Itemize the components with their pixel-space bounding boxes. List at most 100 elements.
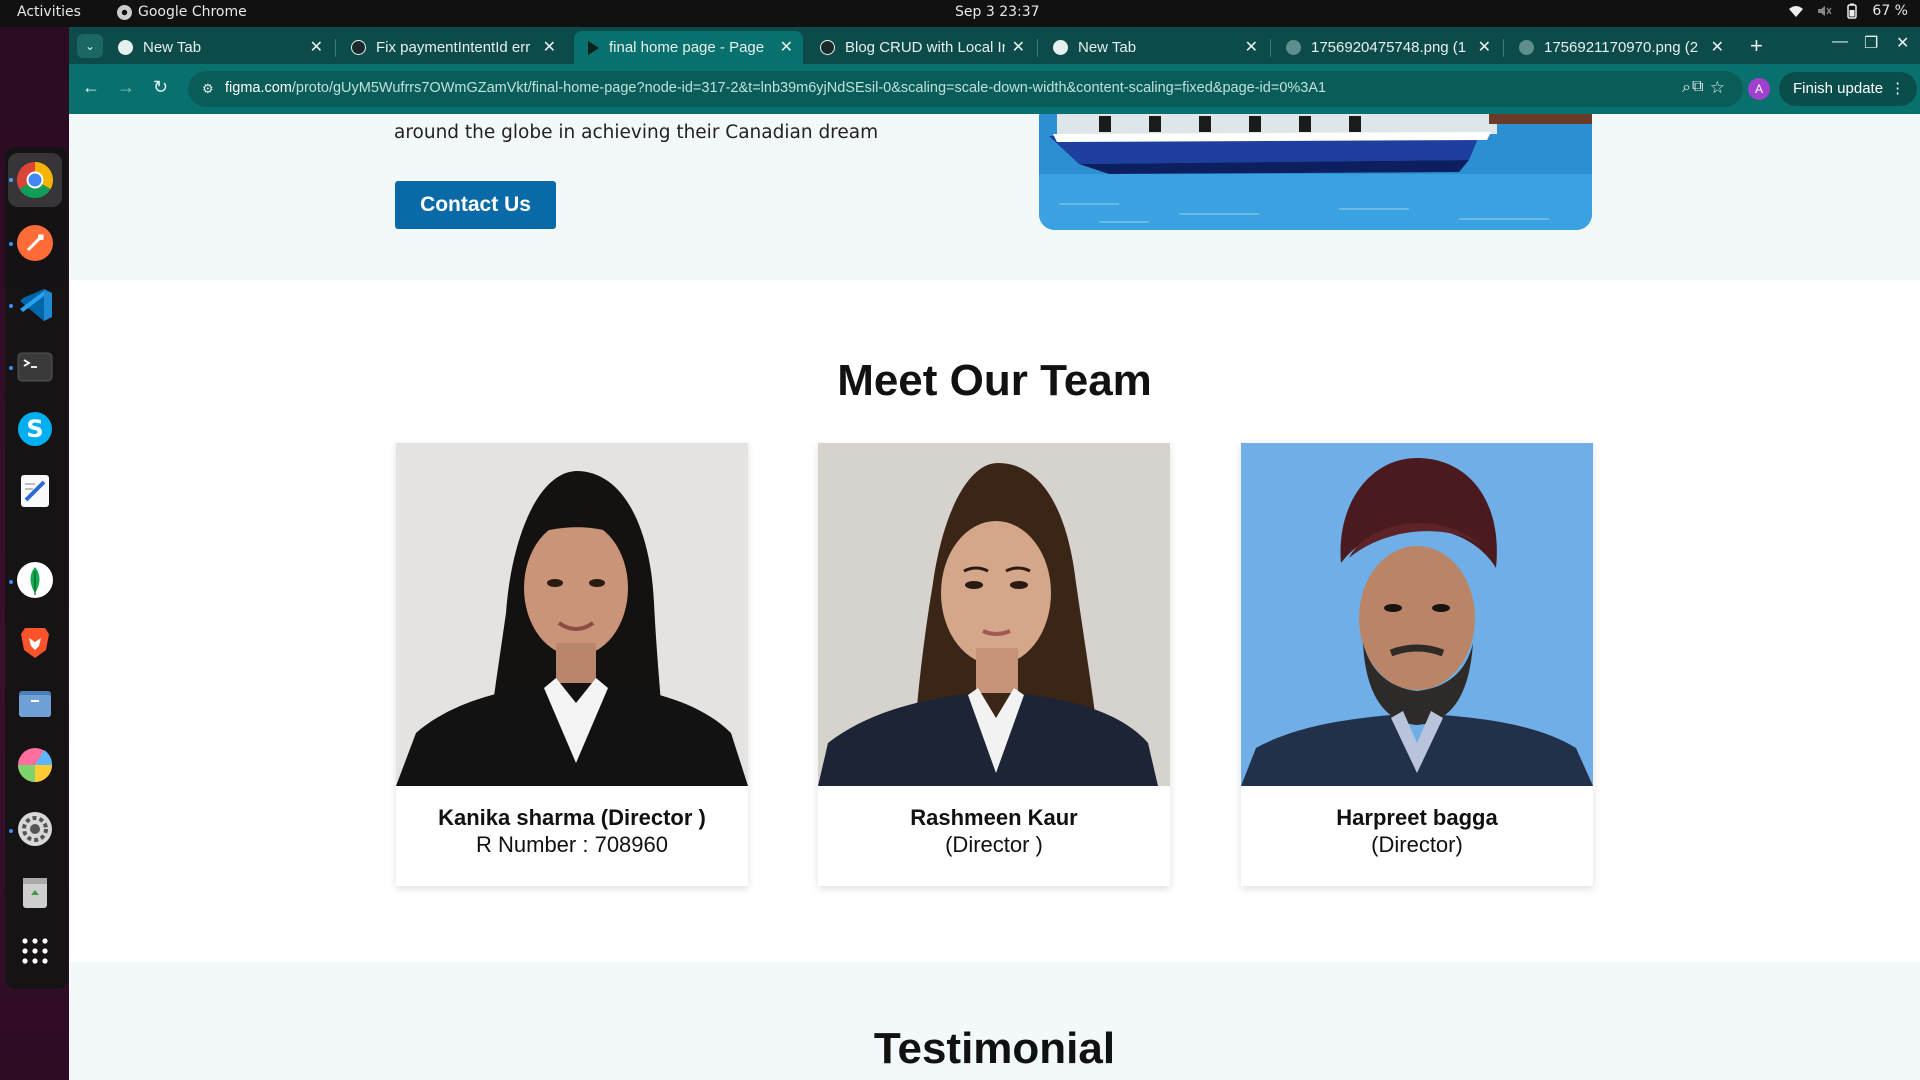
running-indicator: [9, 242, 13, 246]
tab-final-home-page[interactable]: final home page - Page ✕: [574, 31, 803, 64]
close-icon[interactable]: ✕: [1012, 37, 1025, 57]
forward-button[interactable]: →: [117, 77, 135, 98]
globe-icon: [1286, 40, 1301, 55]
tab-title: 1756920475748.png (1: [1311, 39, 1467, 56]
team-member-subtitle: (Director): [1371, 832, 1463, 857]
close-window-button[interactable]: ✕: [1896, 33, 1909, 53]
address-bar[interactable]: ⚙ figma.com/proto/gUyM5Wufrrs7OWmGZamVkt…: [188, 71, 1743, 107]
finish-update-label: Finish update: [1793, 80, 1884, 97]
clock[interactable]: Sep 3 23:37: [955, 4, 1040, 20]
contact-us-button[interactable]: Contact Us: [395, 181, 556, 229]
team-member-name: Kanika sharma (Director ): [438, 805, 706, 830]
wifi-icon: [1789, 6, 1804, 17]
hero-text: around the globe in achieving their Cana…: [394, 122, 879, 143]
tab-fix-payment[interactable]: Fix paymentIntentId err ✕: [337, 31, 566, 64]
team-photo: [1241, 443, 1593, 786]
tab-divider: [1503, 39, 1504, 57]
chevron-down-icon: ⌄: [84, 39, 96, 53]
openai-icon: [351, 40, 366, 55]
extensions-button[interactable]: ⧉: [1692, 78, 1703, 96]
system-top-bar: Activities Google Chrome Sep 3 23:37 67 …: [0, 0, 1920, 27]
finish-update-button[interactable]: Finish update ⋮: [1779, 72, 1918, 106]
app-name: Google Chrome: [138, 4, 247, 20]
show-apps-button[interactable]: [15, 931, 55, 971]
close-icon[interactable]: ✕: [543, 37, 556, 57]
tab-search-button[interactable]: ⌄: [77, 34, 103, 58]
tab-new-tab-1[interactable]: New Tab ✕: [104, 31, 333, 64]
dock-trash[interactable]: [15, 872, 55, 912]
svg-text:S: S: [26, 415, 43, 443]
tab-png-1[interactable]: 1756920475748.png (1 ✕: [1272, 31, 1501, 64]
team-member-name: Harpreet bagga: [1336, 805, 1498, 830]
close-icon[interactable]: ✕: [1478, 37, 1491, 57]
settings-gear-icon: [18, 812, 52, 846]
tab-title: New Tab: [143, 39, 202, 56]
close-icon[interactable]: ✕: [310, 37, 323, 57]
new-tab-button[interactable]: +: [1750, 33, 1763, 59]
tab-blog-crud[interactable]: Blog CRUD with Local In ✕: [806, 31, 1035, 64]
close-icon[interactable]: ✕: [1711, 37, 1724, 57]
zoom-icon[interactable]: ⌕: [1682, 79, 1691, 97]
color-picker-icon: [18, 748, 53, 782]
dock-vscode[interactable]: [15, 285, 55, 325]
dock-color-app[interactable]: [15, 745, 55, 785]
openai-icon: [820, 40, 835, 55]
terminal-icon: [17, 352, 53, 382]
arrow-left-icon: ←: [82, 77, 100, 97]
system-tray[interactable]: 67 %: [1788, 3, 1908, 19]
restore-icon: ❐: [1864, 35, 1879, 52]
team-card: Harpreet bagga (Director): [1241, 443, 1593, 886]
person-portrait-harpreet: [1241, 443, 1593, 786]
dock: S: [0, 27, 69, 1080]
team-member-name: Rashmeen Kaur: [910, 805, 1078, 830]
url-text[interactable]: figma.com/proto/gUyM5Wufrrs7OWmGZamVkt/f…: [225, 80, 1326, 96]
reload-icon: ↻: [153, 77, 169, 97]
maximize-button[interactable]: ❐: [1864, 33, 1878, 53]
person-portrait-rashmeen: [818, 443, 1170, 786]
hero-image-ferry: [1039, 114, 1592, 230]
brave-icon: [21, 628, 49, 658]
postman-icon: [17, 225, 53, 261]
dock-brave[interactable]: [15, 622, 55, 662]
tab-new-tab-2[interactable]: New Tab ✕: [1039, 31, 1268, 64]
dock-terminal[interactable]: [15, 347, 55, 387]
team-photo: [396, 443, 748, 786]
close-icon[interactable]: ✕: [780, 37, 793, 57]
vscode-icon: [20, 289, 52, 321]
person-portrait-kanika: [396, 443, 748, 786]
team-photo: [818, 443, 1170, 786]
tab-title: final home page - Page: [609, 39, 765, 56]
activities-button[interactable]: Activities: [17, 4, 81, 20]
tab-png-2[interactable]: 1756921170970.png (2 ✕: [1505, 31, 1734, 64]
chrome-icon: [117, 4, 132, 20]
dock-postman[interactable]: [15, 223, 55, 263]
back-button[interactable]: ←: [82, 77, 100, 98]
running-indicator: [9, 366, 13, 370]
team-card: Kanika sharma (Director ) R Number : 708…: [396, 443, 748, 886]
page-viewport: around the globe in achieving their Cana…: [69, 114, 1920, 1080]
tab-title: 1756921170970.png (2: [1544, 39, 1699, 56]
testimonial-heading: Testimonial: [873, 1024, 1116, 1073]
skype-icon: S: [18, 412, 52, 446]
dock-settings[interactable]: [15, 809, 55, 849]
profile-avatar[interactable]: A: [1748, 78, 1770, 100]
minimize-button[interactable]: —: [1832, 33, 1848, 51]
globe-icon: [1519, 40, 1534, 55]
app-menu[interactable]: Google Chrome: [117, 4, 247, 20]
running-indicator: [9, 580, 13, 584]
volume-muted-icon: [1818, 6, 1832, 16]
dock-skype[interactable]: S: [15, 409, 55, 449]
reload-button[interactable]: ↻: [153, 77, 168, 98]
dock-text-editor[interactable]: [15, 471, 55, 511]
dock-mongodb-compass[interactable]: [15, 560, 55, 600]
close-icon[interactable]: ✕: [1245, 37, 1258, 57]
dock-chrome[interactable]: [8, 153, 62, 207]
site-info-icon[interactable]: ⚙: [202, 81, 218, 97]
tab-title: Fix paymentIntentId err: [376, 39, 531, 56]
battery-percent: 67 %: [1872, 3, 1908, 19]
app-grid-icon: [22, 938, 48, 964]
bookmark-star-icon[interactable]: ☆: [1710, 78, 1725, 98]
dock-files[interactable]: [15, 683, 55, 723]
tab-divider: [1037, 39, 1038, 57]
trash-icon: [23, 878, 47, 908]
